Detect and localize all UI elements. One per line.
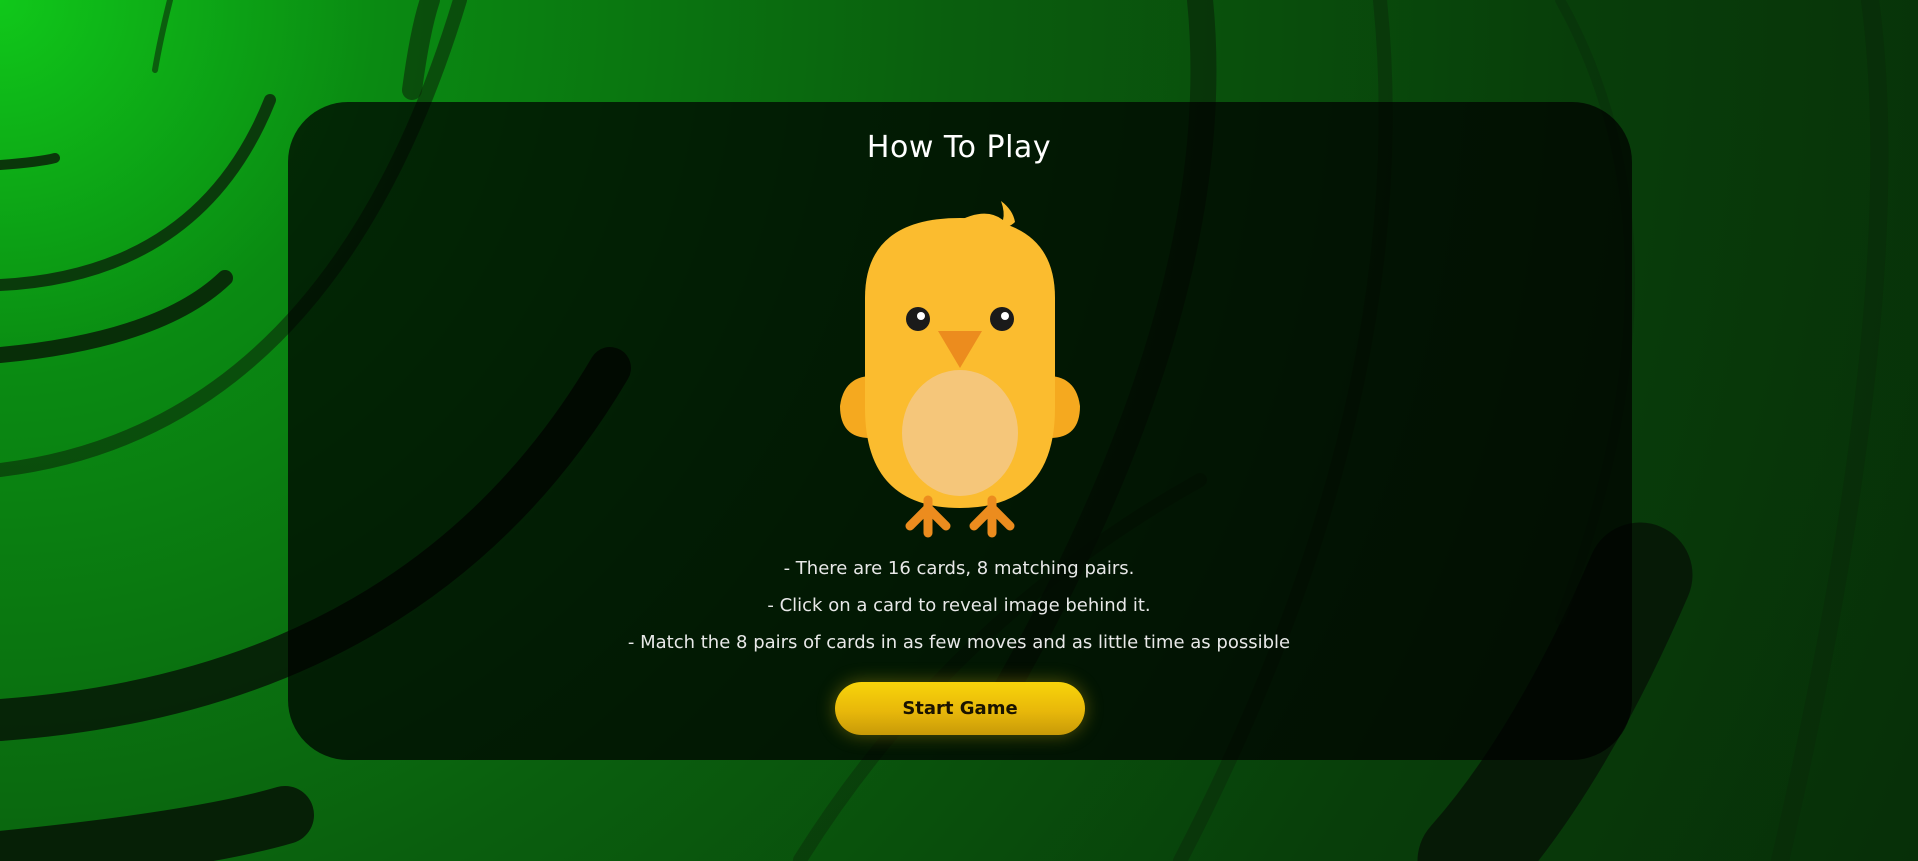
instruction-line: - Match the 8 pairs of cards in as few m…: [627, 632, 1291, 653]
chick-icon: [840, 201, 1080, 538]
instructions-list: - There are 16 cards, 8 matching pairs. …: [0, 555, 1918, 666]
instruction-line: - Click on a card to reveal image behind…: [767, 595, 1151, 616]
swirl-arc: [0, 270, 233, 363]
start-game-button[interactable]: Start Game: [835, 682, 1085, 735]
page-title: How To Play: [866, 130, 1052, 165]
swirl-arc: [152, 0, 173, 73]
swirl-arc: [0, 94, 276, 291]
game-screen: How To Play - There are 16 cards, 8 matc…: [0, 0, 1918, 861]
instruction-line: - There are 16 cards, 8 matching pairs.: [783, 558, 1135, 579]
swirl-arc: [0, 786, 314, 861]
